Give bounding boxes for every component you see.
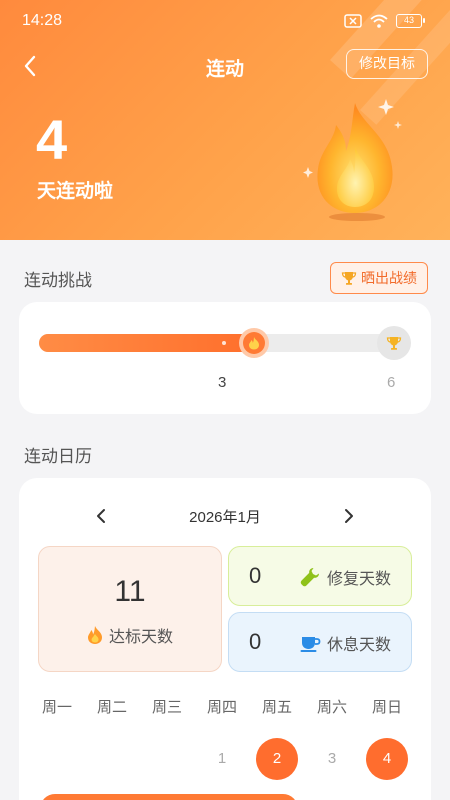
rest-days-value: 0 — [249, 629, 262, 654]
streak-days: 4 — [36, 108, 68, 171]
edit-goal-button[interactable]: 修改目标 — [346, 49, 428, 79]
rest-days-label-row: 休息天数 — [299, 631, 391, 655]
month-navigator: 2026年1月 — [19, 504, 431, 528]
challenge-progress-track — [39, 334, 409, 352]
share-record-label: 晒出战绩 — [361, 271, 417, 287]
battery-level: 43 — [403, 15, 414, 25]
trophy-icon — [341, 272, 357, 285]
goal-label: 6 — [387, 374, 396, 391]
achieved-days-label: 达标天数 — [108, 627, 173, 646]
achieved-days-value: 11 — [114, 575, 146, 608]
cup-icon — [300, 637, 321, 652]
goal-marker — [377, 326, 411, 360]
calendar-week-row: 1234 — [19, 738, 431, 780]
repair-days-label-row: 修复天数 — [299, 565, 391, 589]
weekday-header: 周一 周二 周三 周四 周五 周六 周日 — [19, 696, 431, 718]
share-record-button[interactable]: 晒出战绩 — [330, 262, 428, 294]
current-progress-label: 3 — [218, 374, 227, 391]
challenge-section-title: 连动挑战 — [24, 271, 92, 291]
bottom-action-button[interactable] — [40, 794, 298, 800]
sim-icon — [344, 14, 362, 28]
next-month-button[interactable] — [337, 504, 361, 528]
wifi-icon — [370, 14, 388, 28]
calendar-day-done[interactable]: 4 — [366, 738, 408, 780]
trophy-icon — [386, 337, 402, 350]
calendar-day[interactable]: 1 — [201, 738, 243, 780]
streak-header: 14:28 43 连动 修改目标 4 天连动啦 — [0, 0, 450, 240]
calendar-day[interactable]: 3 — [311, 738, 353, 780]
repair-days-label: 修复天数 — [326, 569, 391, 588]
calendar-section-title: 连动日历 — [24, 447, 92, 467]
current-marker-core — [243, 332, 265, 354]
achieved-days-label-row: 达标天数 — [39, 623, 221, 647]
streak-label: 天连动啦 — [37, 180, 114, 202]
chevron-right-icon — [345, 509, 353, 523]
weekday-label: 周六 — [316, 698, 347, 716]
flame-icon — [87, 626, 102, 644]
challenge-card: 3 6 — [19, 302, 431, 414]
current-progress-marker — [239, 328, 269, 358]
progress-dot — [222, 341, 226, 345]
weekday-label: 周五 — [261, 698, 292, 716]
status-bar: 14:28 43 — [0, 0, 450, 44]
status-icons: 43 — [344, 13, 425, 29]
challenge-progress-fill — [39, 334, 254, 352]
achieved-days-card: 11 达标天数 — [38, 546, 222, 672]
rest-days-label: 休息天数 — [326, 635, 391, 654]
weekday-label: 周四 — [206, 698, 237, 716]
wrench-icon — [300, 568, 319, 587]
weekday-label: 周一 — [41, 698, 72, 716]
nav-bar: 连动 修改目标 — [0, 44, 450, 88]
calendar-card: 2026年1月 11 达标天数 0 修复天数 0 休息天数 周一 周二 周三 周四 周五… — [19, 478, 431, 800]
rest-days-card: 0 休息天数 — [228, 612, 412, 672]
repair-days-card: 0 修复天数 — [228, 546, 412, 606]
flame-icon — [249, 337, 259, 350]
weekday-label: 周三 — [151, 698, 182, 716]
flame-icon — [303, 99, 402, 221]
weekday-label: 周二 — [96, 698, 127, 716]
battery-icon: 43 — [396, 14, 425, 28]
status-time: 14:28 — [22, 12, 63, 29]
repair-days-value: 0 — [249, 563, 262, 588]
weekday-label: 周日 — [371, 698, 402, 716]
month-label: 2026年1月 — [189, 509, 261, 526]
calendar-day-done[interactable]: 2 — [256, 738, 298, 780]
